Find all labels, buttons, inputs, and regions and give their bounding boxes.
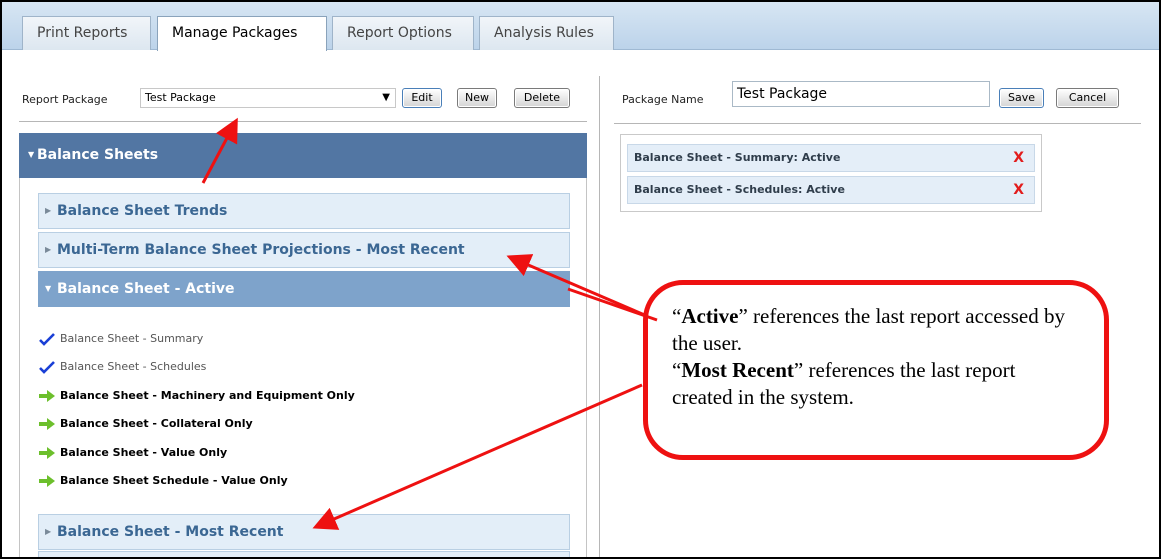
tab-analysis-rules[interactable]: Analysis Rules <box>479 16 614 50</box>
group-balance-sheet-trends[interactable]: ▶ Balance Sheet Trends <box>38 193 570 229</box>
package-name-input[interactable]: Test Package <box>732 81 990 107</box>
report-item-machinery[interactable]: Balance Sheet - Machinery and Equipment … <box>39 388 355 404</box>
triangle-right-icon: ▶ <box>45 527 52 536</box>
report-item-schedules[interactable]: Balance Sheet - Schedules <box>39 359 207 375</box>
package-item-label: Balance Sheet - Schedules: Active <box>634 183 845 196</box>
edit-button[interactable]: Edit <box>402 88 442 108</box>
group-label: Multi-Term Balance Sheet Projections - M… <box>57 242 465 258</box>
item-label: Balance Sheet - Summary <box>60 332 204 345</box>
report-package-select[interactable]: Test Package ▼ <box>140 88 396 108</box>
tab-bar: Print Reports Manage Packages Report Opt… <box>2 2 1159 51</box>
report-item-value-only[interactable]: Balance Sheet - Value Only <box>39 445 228 461</box>
report-item-collateral[interactable]: Balance Sheet - Collateral Only <box>39 416 253 432</box>
tab-report-options[interactable]: Report Options <box>332 16 474 50</box>
section-title: Balance Sheets <box>37 147 159 163</box>
chevron-down-icon: ▼ <box>382 92 390 103</box>
cancel-button[interactable]: Cancel <box>1056 88 1119 108</box>
tab-print-reports[interactable]: Print Reports <box>22 16 151 50</box>
item-label: Balance Sheet Schedule - Value Only <box>60 474 288 487</box>
group-balance-sheet-most-recent[interactable]: ▶ Balance Sheet - Most Recent <box>38 514 570 550</box>
group-label: Balance Sheet - Active <box>57 281 235 297</box>
right-divider <box>614 123 1141 124</box>
new-button[interactable]: New <box>457 88 497 108</box>
report-package-value: Test Package <box>145 91 216 104</box>
group-multi-term-projections[interactable]: ▶ Multi-Term Balance Sheet Projections -… <box>38 232 570 268</box>
callout-text-active: “Active” references the last report acce… <box>672 304 1065 355</box>
screenshot-frame: Print Reports Manage Packages Report Opt… <box>0 0 1161 559</box>
item-label: Balance Sheet - Schedules <box>60 360 207 373</box>
report-package-label: Report Package <box>22 93 108 106</box>
delete-button[interactable]: Delete <box>514 88 570 108</box>
check-icon <box>39 333 55 346</box>
group-next-partial[interactable] <box>38 551 570 557</box>
item-label: Balance Sheet - Value Only <box>60 446 228 459</box>
report-item-schedule-value-only[interactable]: Balance Sheet Schedule - Value Only <box>39 473 288 489</box>
package-item-label: Balance Sheet - Summary: Active <box>634 151 841 164</box>
check-icon <box>39 361 55 374</box>
remove-icon[interactable]: X <box>1013 177 1024 203</box>
left-divider <box>19 121 587 122</box>
triangle-right-icon: ▶ <box>45 206 52 215</box>
tab-manage-packages[interactable]: Manage Packages <box>157 16 327 51</box>
package-contents-list: Balance Sheet - Summary: Active X Balanc… <box>620 134 1042 212</box>
group-label: Balance Sheet - Most Recent <box>57 524 284 540</box>
group-balance-sheet-active[interactable]: ▼ Balance Sheet - Active <box>38 271 570 307</box>
report-item-summary[interactable]: Balance Sheet - Summary <box>39 331 204 347</box>
package-item: Balance Sheet - Summary: Active X <box>627 144 1035 172</box>
callout-text-most-recent: “Most Recent” references the last report… <box>672 358 1016 409</box>
group-label: Balance Sheet Trends <box>57 203 228 219</box>
save-button[interactable]: Save <box>999 88 1044 108</box>
item-label: Balance Sheet - Collateral Only <box>60 417 253 430</box>
section-balance-sheets[interactable]: ▼ Balance Sheets <box>19 133 587 178</box>
package-item: Balance Sheet - Schedules: Active X <box>627 176 1035 204</box>
triangle-right-icon: ▶ <box>45 245 52 254</box>
triangle-down-icon: ▼ <box>28 150 35 159</box>
panel-divider <box>599 76 600 557</box>
green-arrow-icon <box>39 418 55 430</box>
item-label: Balance Sheet - Machinery and Equipment … <box>60 389 355 402</box>
green-arrow-icon <box>39 475 55 487</box>
green-arrow-icon <box>39 447 55 459</box>
green-arrow-icon <box>39 390 55 402</box>
package-name-label: Package Name <box>622 93 704 106</box>
remove-icon[interactable]: X <box>1013 145 1024 171</box>
triangle-down-icon: ▼ <box>45 284 52 293</box>
annotation-callout: “Active” references the last report acce… <box>643 280 1109 460</box>
